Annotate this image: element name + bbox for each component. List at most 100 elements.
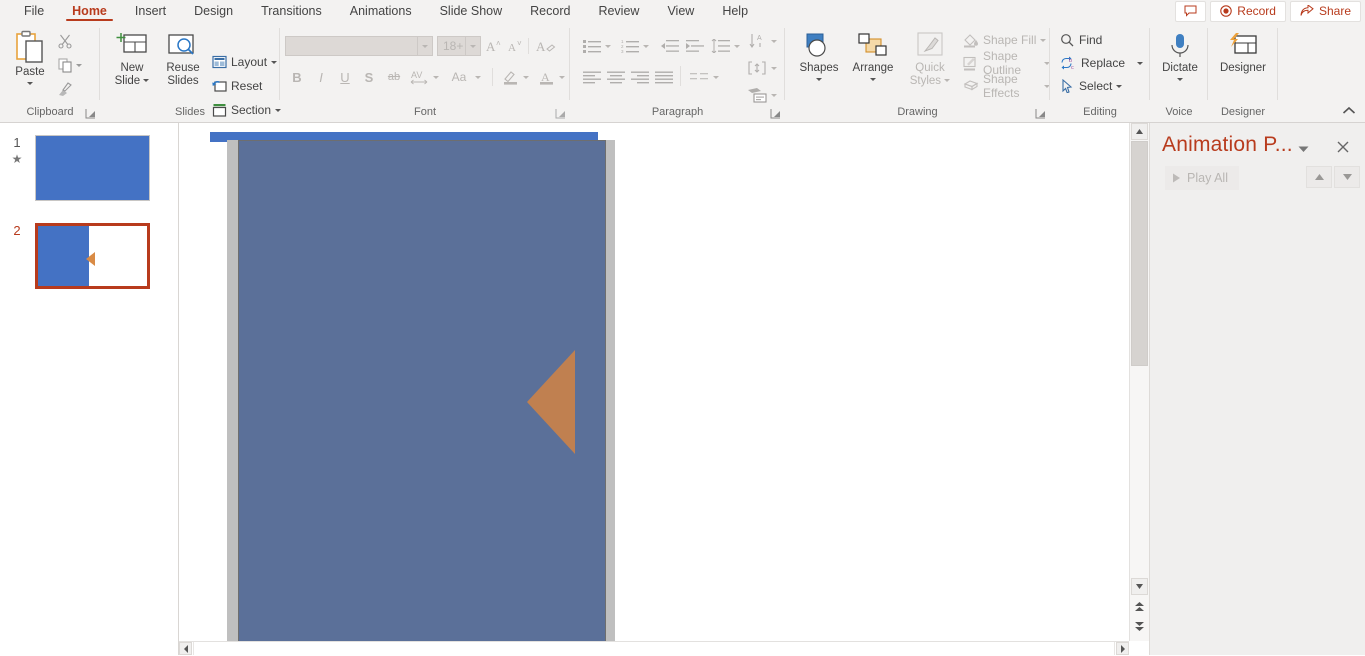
scroll-down-button[interactable] (1131, 578, 1148, 595)
paste-dropdown-icon[interactable] (27, 81, 33, 85)
format-painter-button[interactable] (54, 78, 76, 100)
slide-thumbnail-2[interactable] (35, 223, 150, 289)
arrange-dropdown-icon[interactable] (870, 77, 876, 81)
slide-edit-area[interactable] (179, 123, 1129, 643)
slide-canvas[interactable] (210, 132, 720, 643)
shape-outline-button[interactable]: Shape Outline (963, 49, 1050, 77)
paragraph-dialog-launcher[interactable] (770, 108, 781, 119)
scroll-left-button[interactable] (179, 642, 192, 655)
share-button[interactable]: Share (1289, 0, 1361, 22)
underline-button[interactable]: U (334, 66, 356, 88)
smartart-dropdown[interactable] (768, 84, 780, 106)
scroll-up-button[interactable] (1131, 123, 1148, 140)
clipboard-dialog-launcher[interactable] (85, 108, 96, 119)
copy-dropdown-button[interactable] (73, 54, 85, 76)
text-shadow-button[interactable]: S (358, 66, 380, 88)
layout-button[interactable]: Layout (212, 52, 278, 72)
font-name-dropdown-icon[interactable] (417, 37, 432, 55)
shrink-font-button[interactable]: A ˅ (506, 35, 528, 57)
new-slide-dropdown-icon[interactable] (143, 78, 150, 82)
increase-indent-button[interactable] (683, 35, 707, 57)
font-color-dropdown[interactable] (556, 66, 568, 88)
tab-design[interactable]: Design (180, 0, 247, 22)
font-dialog-launcher[interactable] (555, 108, 566, 119)
shapes-button[interactable]: Shapes (793, 32, 845, 84)
align-text-dropdown[interactable] (768, 57, 780, 79)
reuse-slides-button[interactable]: Reuse Slides (160, 32, 206, 87)
shape-fill-button[interactable]: Shape Fill (963, 30, 1047, 50)
align-left-button[interactable] (580, 66, 604, 88)
animation-pane-menu-button[interactable] (1296, 143, 1310, 155)
horizontal-scrollbar[interactable] (179, 641, 1129, 656)
slide-thumbnail-pane[interactable]: 1 ★ 2 (0, 123, 179, 655)
animation-pane-close-button[interactable] (1335, 139, 1351, 155)
find-button[interactable]: Find (1060, 30, 1102, 50)
clear-formatting-button[interactable]: A (535, 35, 557, 57)
tab-help[interactable]: Help (708, 0, 762, 22)
dictate-button[interactable]: Dictate (1158, 32, 1202, 84)
align-center-button[interactable] (604, 66, 628, 88)
bullets-button[interactable] (580, 35, 604, 57)
justify-button[interactable] (652, 66, 676, 88)
record-button[interactable]: Record (1210, 0, 1286, 22)
vertical-scroll-thumb[interactable] (1131, 141, 1148, 366)
reset-button[interactable]: Reset (212, 76, 262, 96)
grow-font-button[interactable]: A ˄ (484, 35, 506, 57)
previous-slide-button[interactable] (1131, 598, 1148, 615)
tab-record[interactable]: Record (516, 0, 584, 22)
move-animation-down-button[interactable] (1334, 166, 1360, 188)
thumbnail-row-2[interactable]: 2 (0, 223, 178, 295)
numbering-button[interactable]: 123 (618, 35, 642, 57)
tab-animations[interactable]: Animations (336, 0, 426, 22)
text-direction-dropdown[interactable] (768, 30, 780, 52)
font-size-dropdown-icon[interactable] (465, 37, 480, 55)
tab-transitions[interactable]: Transitions (247, 0, 336, 22)
arrange-button[interactable]: Arrange (847, 32, 899, 84)
select-dropdown-icon[interactable] (1116, 84, 1123, 88)
tab-home[interactable]: Home (58, 0, 121, 22)
columns-dropdown[interactable] (710, 66, 722, 88)
tab-slide-show[interactable]: Slide Show (426, 0, 517, 22)
font-name-input[interactable] (285, 36, 433, 56)
shapes-dropdown-icon[interactable] (816, 77, 822, 81)
align-text-button[interactable] (746, 57, 770, 79)
bullets-dropdown[interactable] (602, 35, 614, 57)
convert-to-smartart-button[interactable] (746, 84, 770, 106)
shape-fill-dropdown-icon[interactable] (1040, 38, 1047, 42)
change-case-button[interactable]: Aa (446, 66, 472, 88)
columns-button[interactable] (687, 66, 711, 88)
shape-effects-button[interactable]: Shape Effects (963, 72, 1050, 100)
drawing-dialog-launcher[interactable] (1035, 108, 1046, 119)
tab-file[interactable]: File (10, 0, 58, 22)
horizontal-scroll-track[interactable] (193, 642, 1115, 655)
tab-insert[interactable]: Insert (121, 0, 180, 22)
select-button[interactable]: Select (1060, 76, 1123, 96)
change-case-dropdown[interactable] (472, 66, 484, 88)
align-right-button[interactable] (628, 66, 652, 88)
strikethrough-button[interactable]: ab (382, 66, 406, 88)
text-highlight-dropdown[interactable] (520, 66, 532, 88)
quick-styles-dropdown-icon[interactable] (944, 78, 951, 82)
decrease-indent-button[interactable] (658, 35, 682, 57)
character-spacing-dropdown[interactable] (430, 66, 442, 88)
dictate-dropdown-icon[interactable] (1177, 77, 1183, 81)
play-all-button[interactable]: Play All (1165, 166, 1239, 190)
comments-button[interactable] (1175, 0, 1207, 22)
designer-button[interactable]: Designer (1214, 32, 1272, 75)
numbering-dropdown[interactable] (640, 35, 652, 57)
replace-button[interactable]: bc Replace (1060, 53, 1144, 73)
line-spacing-button[interactable] (709, 35, 733, 57)
font-color-button[interactable]: A (536, 66, 558, 88)
cut-button[interactable] (54, 30, 76, 52)
font-size-input[interactable]: 18+ (437, 36, 481, 56)
next-slide-button[interactable] (1131, 618, 1148, 635)
vertical-scrollbar[interactable] (1129, 123, 1149, 641)
scroll-right-button[interactable] (1116, 642, 1129, 655)
move-animation-up-button[interactable] (1306, 166, 1332, 188)
slide-thumbnail-1[interactable] (35, 135, 150, 201)
layout-dropdown-icon[interactable] (271, 60, 278, 64)
text-direction-button[interactable]: A (746, 30, 770, 52)
slide-shape-triangle[interactable] (527, 350, 575, 454)
collapse-ribbon-button[interactable] (1341, 102, 1357, 118)
character-spacing-button[interactable]: AV (408, 66, 432, 88)
